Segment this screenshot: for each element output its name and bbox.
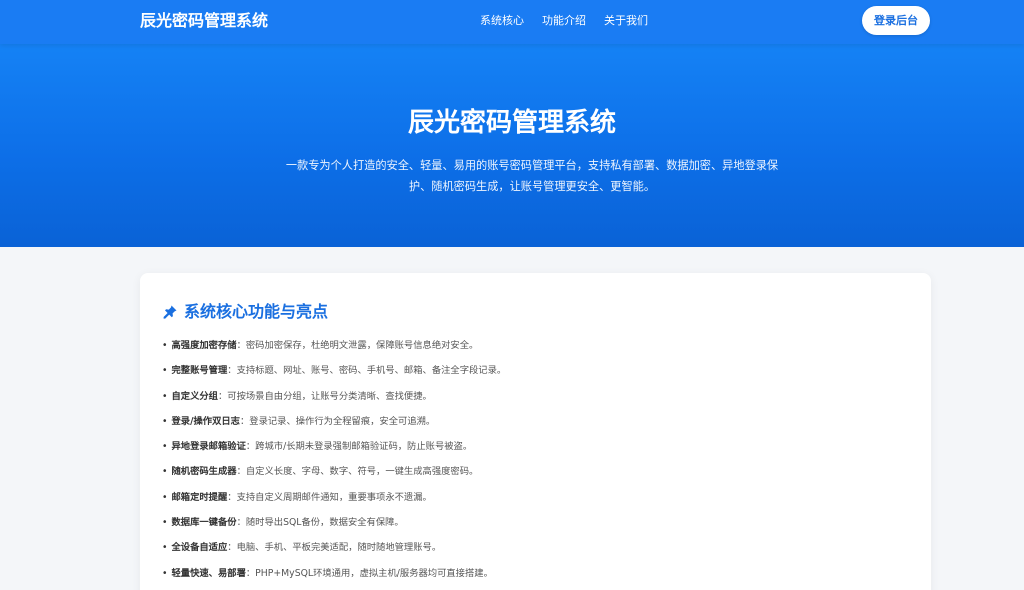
feature-item: • 邮箱定时提醒：支持自定义周期邮件通知，重要事项永不遗漏。 [162,491,506,516]
feature-item: • 高强度加密存储：密码加密保存，杜绝明文泄露，保障账号信息绝对安全。 [162,339,506,364]
bullet-dot: • [162,491,168,503]
feature-label: 全设备自适应 [171,542,228,554]
hero-description: 一款专为个人打造的安全、轻量、易用的账号密码管理平台，支持私有部署、数据加密、异… [285,159,779,193]
feature-label: 完整账号管理 [171,365,228,377]
features-heading: 系统核心功能与亮点 [162,301,328,323]
bullet-dot: • [162,340,168,351]
feature-desc: ：支持自定义周期邮件通知，重要事项永不遗漏。 [227,491,432,503]
feature-item: • 随机密码生成器：自定义长度、字母、数字、符号，一键生成高强度密码。 [162,465,506,490]
feature-label: 轻量快速、易部署 [171,567,246,579]
nav-link-core[interactable]: 系统核心 [480,13,524,29]
feature-item: • 登录/操作双日志：登录记录、操作行为全程留痕，安全可追溯。 [162,415,506,440]
brand-title[interactable]: 辰光密码管理系统 [140,10,268,32]
feature-label: 自定义分组 [171,390,218,402]
bullet-dot: • [162,441,168,453]
bullet-dot: • [162,390,168,402]
feature-label: 登录/操作双日志 [171,415,240,427]
feature-desc: ：PHP+MySQL环境通用，虚拟主机/服务器均可直接搭建。 [245,567,493,579]
nav-links: 系统核心 功能介绍 关于我们 [480,13,648,29]
feature-item: • 全设备自适应：电脑、手机、平板完美适配，随时随地管理账号。 [162,541,506,566]
feature-desc: ：跨城市/长期未登录强制邮箱验证码，防止账号被盗。 [245,441,473,453]
feature-item: • 自定义分组：可按场景自由分组，让账号分类清晰、查找便捷。 [162,390,506,415]
bullet-dot: • [162,567,168,579]
pin-icon [163,305,177,319]
feature-label: 邮箱定时提醒 [171,491,228,503]
nav-link-features[interactable]: 功能介绍 [542,13,586,29]
login-button[interactable]: 登录后台 [862,6,930,35]
features-card: 系统核心功能与亮点 • 高强度加密存储：密码加密保存，杜绝明文泄露，保障账号信息绝… [140,273,931,590]
feature-label: 随机密码生成器 [171,466,237,478]
bullet-dot: • [162,415,168,427]
feature-list: • 高强度加密存储：密码加密保存，杜绝明文泄露，保障账号信息绝对安全。 • 完整账号… [162,339,506,590]
feature-desc: ：支持标题、网址、账号、密码、手机号、邮箱、备注全字段记录。 [227,365,507,377]
feature-item: • 异地登录邮箱验证：跨城市/长期未登录强制邮箱验证码，防止账号被盗。 [162,440,506,465]
bullet-dot: • [162,466,168,478]
bullet-dot: • [162,365,168,377]
feature-desc: ：随时导出SQL备份，数据安全有保障。 [236,517,404,529]
feature-desc: ：自定义长度、字母、数字、符号，一键生成高强度密码。 [236,466,479,478]
bullet-dot: • [162,542,168,554]
feature-desc: ：可按场景自由分组，让账号分类清晰、查找便捷。 [217,390,432,402]
features-heading-text: 系统核心功能与亮点 [184,302,329,321]
feature-label: 高强度加密存储 [171,340,237,351]
top-navbar: 辰光密码管理系统 系统核心 功能介绍 关于我们 登录后台 [0,0,1024,44]
feature-item: • 轻量快速、易部署：PHP+MySQL环境通用，虚拟主机/服务器均可直接搭建。 [162,567,506,590]
nav-link-about[interactable]: 关于我们 [604,13,648,29]
feature-desc: ：电脑、手机、平板完美适配，随时随地管理账号。 [227,542,442,554]
feature-item: • 完整账号管理：支持标题、网址、账号、密码、手机号、邮箱、备注全字段记录。 [162,364,506,389]
bullet-dot: • [162,517,168,529]
feature-desc: ：密码加密保存，杜绝明文泄露，保障账号信息绝对安全。 [236,340,479,351]
feature-desc: ：登录记录、操作行为全程留痕，安全可追溯。 [239,415,436,427]
feature-label: 异地登录邮箱验证 [171,441,246,453]
hero-title: 辰光密码管理系统 [407,108,616,138]
feature-item: • 数据库一键备份：随时导出SQL备份，数据安全有保障。 [162,516,506,541]
hero-banner: 辰光密码管理系统 一款专为个人打造的安全、轻量、易用的账号密码管理平台，支持私有… [0,44,1024,247]
feature-label: 数据库一键备份 [171,517,237,529]
